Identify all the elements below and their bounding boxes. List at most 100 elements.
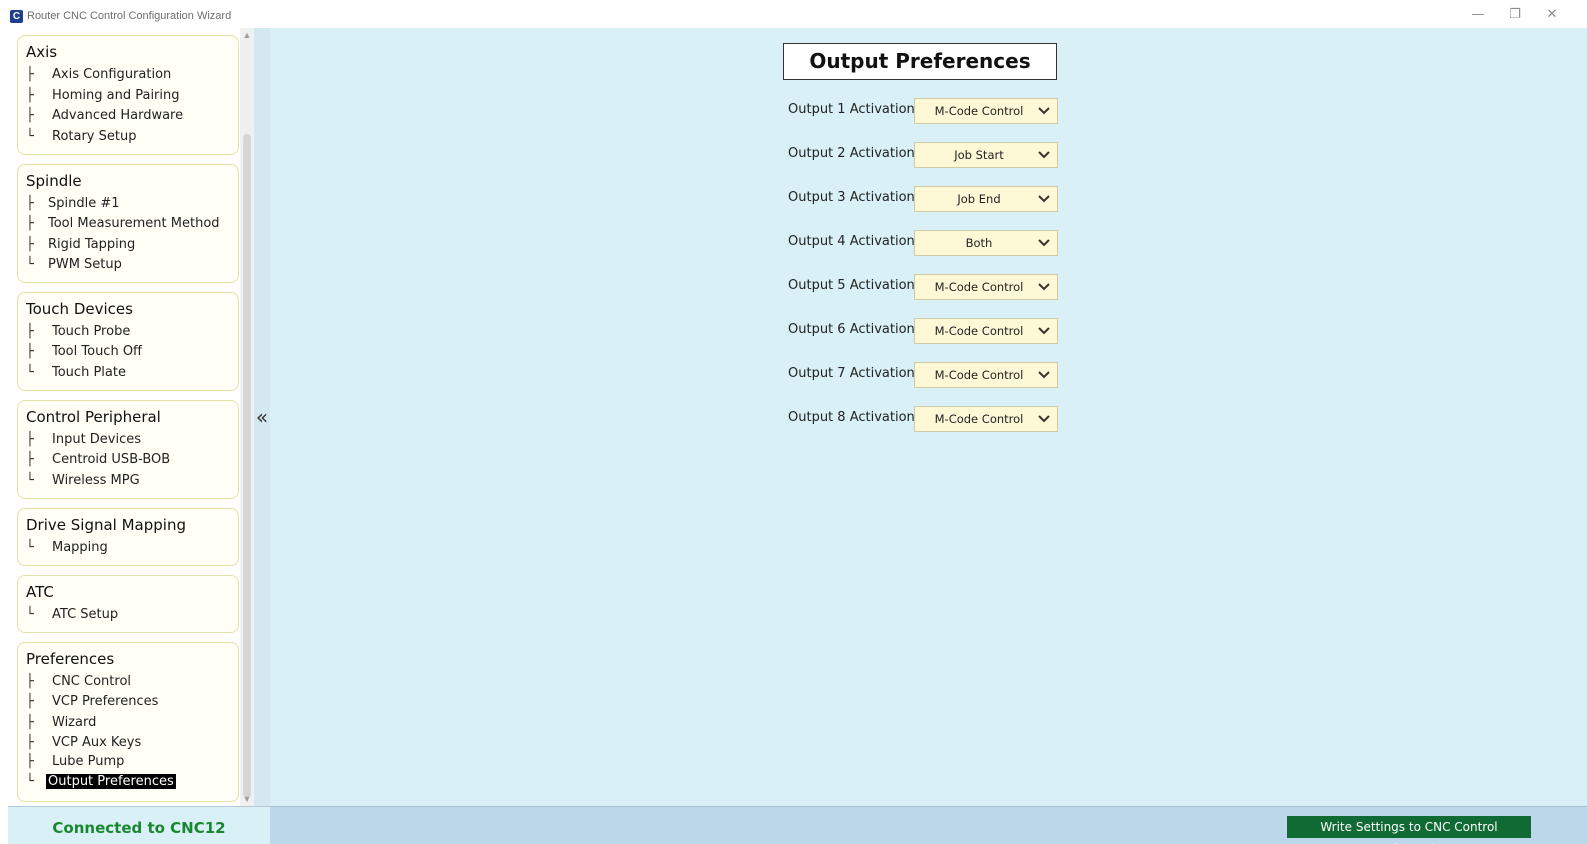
sidebar-item-atc-setup[interactable]: └ ATC Setup [26, 607, 120, 625]
sidebar-item-rigid-tapping[interactable]: ├ Rigid Tapping [26, 237, 137, 255]
sidebar-item-lube-pump[interactable]: ├ Lube Pump [26, 754, 126, 772]
sidebar-item-touch-plate[interactable]: └ Touch Plate [26, 365, 128, 383]
sidebar-item-rotary-setup[interactable]: └ Rotary Setup [26, 129, 138, 147]
sidebar-item-advanced-hardware[interactable]: ├ Advanced Hardware [26, 108, 185, 126]
output-5-select[interactable]: M-Code Control [914, 274, 1058, 300]
output-label: Output 7 Activation [788, 366, 915, 381]
tree-branch-icon: ├ [26, 694, 34, 709]
section-title: Spindle [26, 172, 82, 190]
section-title: Preferences [26, 650, 115, 668]
sidebar-item-pwm-setup[interactable]: └ PWM Setup [26, 257, 124, 275]
sidebar-item-homing-and-pairing[interactable]: ├ Homing and Pairing [26, 88, 182, 106]
sidebar-scrollbar[interactable]: ▲ ▼ [240, 28, 254, 806]
tree-branch-icon: ├ [26, 67, 34, 82]
sidebar-item-input-devices[interactable]: ├ Input Devices [26, 432, 143, 450]
tree-end-icon: └ [26, 365, 34, 380]
write-settings-button[interactable]: Write Settings to CNC Control Configurat… [1287, 816, 1531, 844]
tree-end-icon: └ [26, 473, 34, 488]
main-panel: Output Preferences Output 1 Activation M… [270, 28, 1587, 806]
tree-branch-icon: ├ [26, 754, 34, 769]
app-logo-icon: C [10, 10, 23, 23]
tree-branch-icon: ├ [26, 715, 34, 730]
select-value: M-Code Control [934, 368, 1024, 382]
close-button[interactable]: ✕ [1540, 6, 1564, 24]
connection-status: Connected to CNC12 [52, 819, 226, 837]
chevron-down-icon [1038, 415, 1050, 423]
scroll-down-icon[interactable]: ▼ [240, 792, 254, 806]
output-row: Output 7 Activation M-Code Control [788, 362, 1058, 388]
sidebar-item-spindle-1[interactable]: ├ Spindle #1 [26, 196, 122, 214]
section-title: Axis [26, 43, 58, 61]
tree-branch-icon: ├ [26, 674, 34, 689]
output-7-select[interactable]: M-Code Control [914, 362, 1058, 388]
sidebar-item-tool-touch-off[interactable]: ├ Tool Touch Off [26, 344, 144, 362]
chevron-down-icon [1038, 371, 1050, 379]
minimize-button[interactable]: — [1466, 6, 1490, 24]
output-1-select[interactable]: M-Code Control [914, 98, 1058, 124]
tree-branch-icon: ├ [26, 324, 34, 339]
scroll-up-icon[interactable]: ▲ [240, 28, 254, 42]
sidebar-item-vcp-aux-keys[interactable]: ├ VCP Aux Keys [26, 735, 143, 753]
output-4-select[interactable]: Both [914, 230, 1058, 256]
section-preferences: Preferences ├ CNC Control ├ VCP Preference… [17, 642, 239, 802]
output-label: Output 6 Activation [788, 322, 915, 337]
select-value: Job End [957, 192, 1001, 206]
tree-end-icon: └ [26, 774, 34, 789]
tree-end-icon: └ [26, 257, 34, 272]
select-value: M-Code Control [934, 324, 1024, 338]
output-row: Output 4 Activation Both [788, 230, 1058, 256]
sidebar-item-centroid-usb-bob[interactable]: ├ Centroid USB-BOB [26, 452, 172, 470]
chevron-down-icon [1038, 239, 1050, 247]
sidebar-item-output-preferences[interactable]: └ Output Preferences [26, 774, 176, 792]
output-label: Output 2 Activation [788, 146, 915, 161]
output-label: Output 3 Activation [788, 190, 915, 205]
tree-branch-icon: ├ [26, 216, 34, 231]
select-value: M-Code Control [934, 104, 1024, 118]
page-title: Output Preferences [783, 43, 1057, 80]
tree-branch-icon: ├ [26, 344, 34, 359]
section-spindle: Spindle ├ Spindle #1 ├ Tool Measurement Me… [17, 164, 239, 283]
sidebar-scroll-area: Axis ├ Axis Configuration ├ Homing and Pai… [8, 28, 254, 806]
output-2-select[interactable]: Job Start [914, 142, 1058, 168]
sidebar-item-cnc-control[interactable]: ├ CNC Control [26, 674, 133, 692]
sidebar-item-wizard[interactable]: ├ Wizard [26, 715, 98, 733]
section-title: Control Peripheral [26, 408, 161, 426]
scroll-thumb[interactable] [243, 134, 251, 798]
section-axis: Axis ├ Axis Configuration ├ Homing and Pai… [17, 35, 239, 155]
select-value: M-Code Control [934, 412, 1024, 426]
output-row: Output 2 Activation Job Start [788, 142, 1058, 168]
tree-branch-icon: ├ [26, 432, 34, 447]
sidebar-item-touch-probe[interactable]: ├ Touch Probe [26, 324, 132, 342]
chevron-down-icon [1038, 283, 1050, 291]
output-row: Output 3 Activation Job End [788, 186, 1058, 212]
collapse-strip: « [254, 28, 270, 806]
output-label: Output 8 Activation [788, 410, 915, 425]
sidebar-item-wireless-mpg[interactable]: └ Wireless MPG [26, 473, 142, 491]
sidebar-item-tool-measurement-method[interactable]: ├ Tool Measurement Method [26, 216, 222, 234]
output-8-select[interactable]: M-Code Control [914, 406, 1058, 432]
output-3-select[interactable]: Job End [914, 186, 1058, 212]
output-label: Output 4 Activation [788, 234, 915, 249]
tree-branch-icon: ├ [26, 452, 34, 467]
output-row: Output 6 Activation M-Code Control [788, 318, 1058, 344]
select-value: Job Start [954, 148, 1004, 162]
sidebar: Axis ├ Axis Configuration ├ Homing and Pai… [8, 28, 254, 806]
chevron-down-icon [1038, 327, 1050, 335]
output-row: Output 1 Activation M-Code Control [788, 98, 1058, 124]
collapse-sidebar-icon[interactable]: « [254, 405, 270, 429]
status-bar-main: Write Settings to CNC Control Configurat… [270, 806, 1587, 844]
sidebar-item-mapping[interactable]: └ Mapping [26, 540, 110, 558]
title-bar: C Router CNC Control Configuration Wizar… [0, 0, 1587, 28]
app-window: C Router CNC Control Configuration Wizar… [0, 0, 1587, 844]
tree-end-icon: └ [26, 129, 34, 144]
section-atc: ATC └ ATC Setup [17, 575, 239, 633]
status-bar-left: Connected to CNC12 [8, 806, 270, 844]
sidebar-item-vcp-preferences[interactable]: ├ VCP Preferences [26, 694, 160, 712]
restore-button[interactable]: ❐ [1503, 6, 1527, 24]
sidebar-item-axis-configuration[interactable]: ├ Axis Configuration [26, 67, 173, 85]
output-6-select[interactable]: M-Code Control [914, 318, 1058, 344]
tree-branch-icon: ├ [26, 88, 34, 103]
tree-end-icon: └ [26, 540, 34, 555]
section-title: Drive Signal Mapping [26, 516, 186, 534]
output-row: Output 8 Activation M-Code Control [788, 406, 1058, 432]
